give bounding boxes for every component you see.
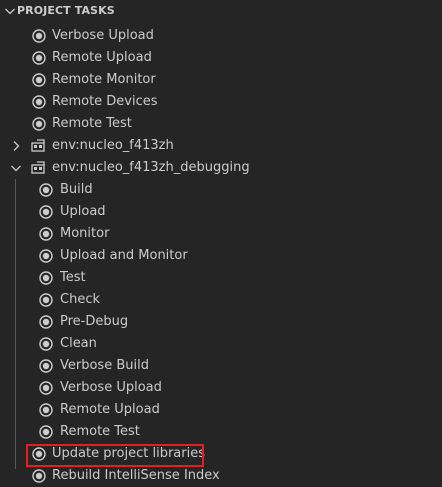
- task-label: Clean: [60, 336, 97, 351]
- task-label: Update project libraries: [52, 446, 205, 461]
- task-radio-icon: [32, 29, 46, 43]
- task-label: Verbose Upload: [60, 380, 162, 395]
- task-item[interactable]: Remote Upload: [0, 399, 442, 421]
- task-radio-icon: [32, 95, 46, 109]
- env-folder-icon: [31, 161, 45, 174]
- env-nucleo-f413zh[interactable]: env:nucleo_f413zh: [0, 135, 442, 157]
- task-radio-icon: [39, 359, 53, 373]
- task-radio-icon: [32, 447, 46, 461]
- task-item[interactable]: Remote Test: [0, 113, 442, 135]
- chevron-down-icon: [5, 8, 15, 15]
- task-radio-icon: [39, 381, 53, 395]
- task-radio-icon: [39, 249, 53, 263]
- task-item[interactable]: Verbose Upload: [0, 25, 442, 47]
- task-label: Test: [60, 270, 86, 285]
- task-item[interactable]: Remote Devices: [0, 91, 442, 113]
- task-item[interactable]: Monitor: [0, 223, 442, 245]
- task-radio-icon: [32, 469, 46, 483]
- task-item[interactable]: Pre-Debug: [0, 311, 442, 333]
- task-label: Remote Devices: [52, 94, 158, 109]
- task-radio-icon: [32, 51, 46, 65]
- chevron-right-icon[interactable]: [8, 138, 24, 154]
- task-item-update-project-libraries[interactable]: Update project libraries: [0, 443, 442, 465]
- task-radio-icon: [39, 403, 53, 417]
- task-item[interactable]: Verbose Upload: [0, 377, 442, 399]
- task-radio-icon: [32, 73, 46, 87]
- env-label: env:nucleo_f413zh_debugging: [52, 160, 250, 175]
- task-label: Remote Test: [52, 116, 132, 131]
- task-radio-icon: [39, 227, 53, 241]
- task-item[interactable]: Build: [0, 179, 442, 201]
- task-label: Monitor: [60, 226, 110, 241]
- task-label: Remote Monitor: [52, 72, 156, 87]
- task-item[interactable]: Verbose Build: [0, 355, 442, 377]
- chevron-down-icon[interactable]: [8, 160, 24, 176]
- task-radio-icon: [39, 337, 53, 351]
- env-nucleo-f413zh-debugging[interactable]: env:nucleo_f413zh_debugging: [0, 157, 442, 179]
- task-label: Remote Upload: [52, 50, 152, 65]
- task-label: Verbose Build: [60, 358, 149, 373]
- task-item[interactable]: Clean: [0, 333, 442, 355]
- task-label: Remote Test: [60, 424, 140, 439]
- task-item[interactable]: Remote Test: [0, 421, 442, 443]
- task-radio-icon: [39, 425, 53, 439]
- task-radio-icon: [39, 183, 53, 197]
- task-label: Verbose Upload: [52, 28, 154, 43]
- task-radio-icon: [39, 271, 53, 285]
- task-radio-icon: [32, 117, 46, 131]
- task-item[interactable]: Test: [0, 267, 442, 289]
- task-item[interactable]: Upload and Monitor: [0, 245, 442, 267]
- panel-title: PROJECT TASKS: [17, 4, 115, 17]
- task-item[interactable]: Upload: [0, 201, 442, 223]
- project-tasks-tree: Verbose Upload Remote Upload Remote Moni…: [0, 25, 442, 487]
- task-label: Check: [60, 292, 100, 307]
- task-item[interactable]: Remote Monitor: [0, 69, 442, 91]
- task-label: Pre-Debug: [60, 314, 129, 329]
- task-label: Remote Upload: [60, 402, 160, 417]
- task-item-rebuild-intellisense-index[interactable]: Rebuild IntelliSense Index: [0, 465, 442, 487]
- task-label: Build: [60, 182, 93, 197]
- project-tasks-header[interactable]: PROJECT TASKS: [0, 0, 442, 22]
- env-folder-icon: [31, 139, 45, 152]
- task-radio-icon: [39, 315, 53, 329]
- task-item[interactable]: Check: [0, 289, 442, 311]
- task-label: Upload: [60, 204, 106, 219]
- task-radio-icon: [39, 293, 53, 307]
- env-label: env:nucleo_f413zh: [52, 138, 174, 153]
- task-item[interactable]: Remote Upload: [0, 47, 442, 69]
- task-radio-icon: [39, 205, 53, 219]
- task-label: Upload and Monitor: [60, 248, 188, 263]
- task-label: Rebuild IntelliSense Index: [52, 468, 220, 483]
